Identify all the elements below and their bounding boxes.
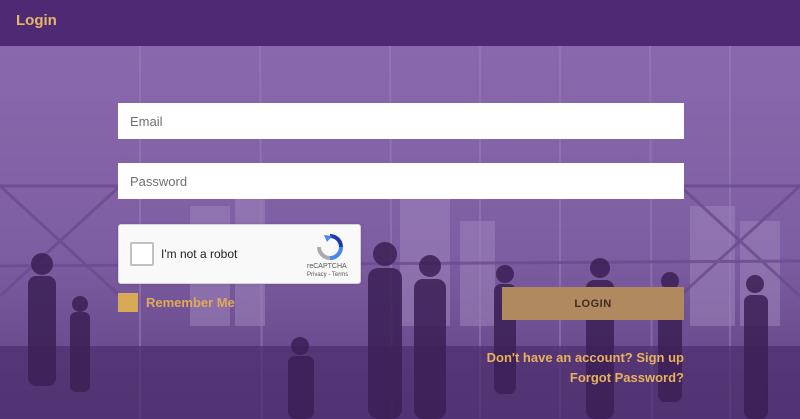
signup-link[interactable]: Don't have an account? Sign up	[487, 348, 684, 368]
page-title: Login	[16, 12, 57, 29]
recaptcha-label: I'm not a robot	[161, 247, 238, 261]
recaptcha-widget: I'm not a robot reCAPTCHA Privacy - Term…	[118, 224, 361, 284]
forgot-password-link[interactable]: Forgot Password?	[487, 368, 684, 388]
account-links: Don't have an account? Sign up Forgot Pa…	[487, 348, 684, 388]
remember-me-label: Remember Me	[146, 295, 235, 310]
recaptcha-brand: reCAPTCHA	[307, 263, 347, 270]
email-field[interactable]	[118, 103, 684, 139]
login-button[interactable]: LOGIN	[502, 287, 684, 320]
top-header-bar: Login	[0, 0, 800, 46]
recaptcha-checkbox[interactable]	[130, 242, 154, 266]
remember-me-row[interactable]: Remember Me	[118, 293, 235, 312]
recaptcha-logo-icon	[317, 234, 343, 260]
password-field[interactable]	[118, 163, 684, 199]
recaptcha-privacy-terms-link[interactable]: Privacy - Terms	[307, 272, 348, 278]
remember-me-checkbox[interactable]	[118, 293, 138, 312]
